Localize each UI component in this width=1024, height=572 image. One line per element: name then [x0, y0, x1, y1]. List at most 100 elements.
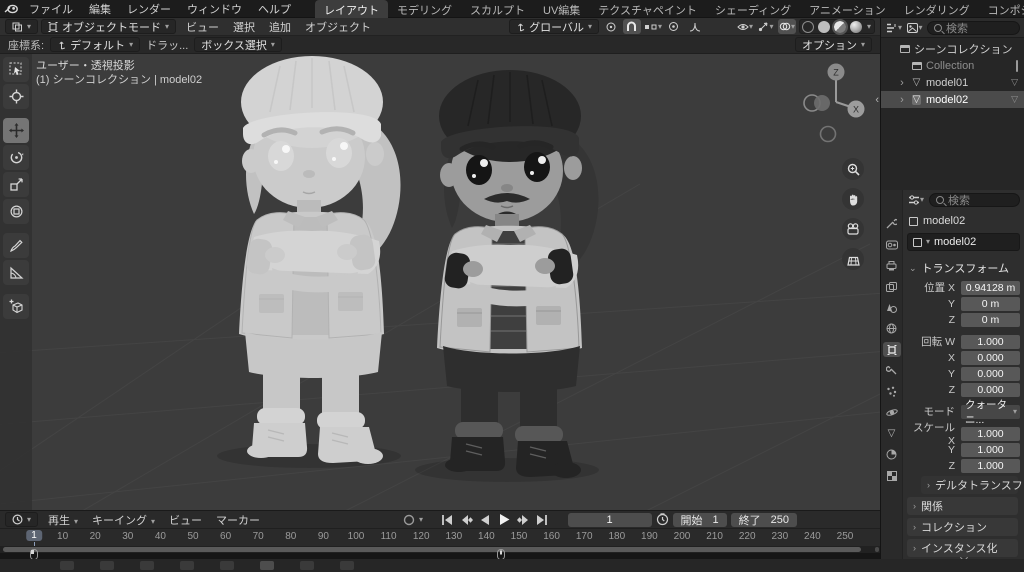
transform-tool[interactable] [3, 199, 29, 224]
editor-type-button[interactable]: ▾ [5, 19, 38, 34]
panel-section-header[interactable]: ›インスタンス化 [907, 539, 1018, 557]
material-shading-icon[interactable] [834, 21, 846, 33]
workspace-tab[interactable]: コンポジティング [979, 0, 1024, 18]
pivot-point-button[interactable] [602, 19, 620, 34]
texture-properties-tab[interactable] [883, 468, 901, 483]
workspace-tab[interactable]: レイアウト [315, 0, 388, 18]
render-properties-tab[interactable] [883, 237, 901, 252]
outliner-display-mode-button[interactable]: ▾ [885, 20, 903, 35]
workspace-tab[interactable]: アニメーション [800, 0, 895, 18]
properties-filter-button[interactable]: ▾ [907, 192, 925, 207]
material-properties-tab[interactable] [883, 447, 901, 462]
property-value-field[interactable]: 0.000 [961, 367, 1020, 381]
viewport-menu[interactable]: 追加 [262, 18, 298, 36]
frame-end-field[interactable]: 終了 250 [731, 513, 797, 527]
workspace-tab[interactable]: スカルプト [461, 0, 534, 18]
play-reverse-button[interactable] [476, 513, 494, 527]
outliner-row[interactable]: ›▽model01▽ [881, 74, 1024, 91]
viewlayer-properties-tab[interactable] [883, 279, 901, 294]
expand-arrow-icon[interactable]: › [897, 77, 907, 89]
expand-arrow-icon[interactable]: › [897, 94, 907, 106]
chevron-down-icon[interactable]: ▾ [419, 516, 423, 524]
timeline-scrollbar-thumb[interactable] [3, 547, 861, 552]
property-value-field[interactable]: 0 m [961, 297, 1020, 311]
funnel-icon[interactable]: ▽ [1011, 94, 1018, 105]
viewport-menu[interactable]: 選択 [226, 18, 262, 36]
character-model01[interactable] [217, 56, 401, 468]
prev-keyframe-button[interactable] [457, 513, 475, 527]
object-properties-tab[interactable] [883, 342, 901, 357]
world-properties-tab[interactable] [883, 321, 901, 336]
visibility-dropdown[interactable]: ▾ [736, 19, 754, 34]
timeline-menu[interactable]: ビュー [162, 511, 209, 529]
workspace-tab[interactable]: シェーディング [706, 0, 800, 18]
particle-properties-tab[interactable] [883, 384, 901, 399]
current-frame-indicator[interactable]: 1 [26, 530, 42, 541]
scene-properties-tab[interactable] [883, 300, 901, 315]
tool-tab[interactable] [883, 216, 901, 231]
timeline-menu[interactable]: マーカー [209, 511, 267, 529]
outliner-row[interactable]: Collection [881, 57, 1024, 74]
cursor-tool[interactable] [3, 84, 29, 109]
transform-orientation[interactable]: グローバル ▾ [509, 19, 599, 34]
snap-settings-button[interactable]: ▾ [644, 19, 662, 34]
object-data-properties-tab[interactable]: ▽ [883, 426, 901, 441]
property-value-field[interactable]: 1.000 [961, 459, 1020, 473]
mode-dropdown[interactable]: クォータニ...▾ [961, 405, 1020, 419]
timeline-menu[interactable]: 再生▾ [41, 511, 85, 529]
property-value-field[interactable]: 0.000 [961, 351, 1020, 365]
transform-section-header[interactable]: ⌄ トランスフォーム [905, 259, 1020, 277]
rotate-tool[interactable] [3, 145, 29, 170]
property-value-field[interactable]: 0 m [961, 313, 1020, 327]
solid-shading-icon[interactable] [818, 21, 830, 33]
object-name-field[interactable]: ▾ model02 [907, 233, 1020, 251]
proportional-editing-button[interactable] [665, 19, 683, 34]
frame-start-field[interactable]: 開始 1 [673, 513, 727, 527]
timeline-ruler[interactable]: 1102030405060708090100110120130140150160… [0, 528, 880, 546]
viewport-menu[interactable]: ビュー [179, 18, 226, 36]
play-button[interactable] [495, 513, 513, 527]
use-preview-range-icon[interactable] [656, 513, 669, 526]
camera-view-icon[interactable] [842, 218, 864, 240]
next-keyframe-button[interactable] [514, 513, 532, 527]
workspace-tab[interactable]: モデリング [388, 0, 461, 18]
workspace-tab[interactable]: テクスチャペイント [589, 0, 706, 18]
outliner-row[interactable]: ›▽model02▽ [881, 91, 1024, 108]
outliner-row[interactable]: シーンコレクション [881, 40, 1024, 57]
add-primitive-tool[interactable] [3, 294, 29, 319]
timeline-menu[interactable]: キーイング▾ [85, 511, 162, 529]
timeline-vscroll-nub[interactable] [875, 547, 879, 552]
select-box-tool[interactable] [3, 57, 29, 82]
rendered-shading-icon[interactable] [850, 21, 862, 33]
workspace-tab[interactable]: レンダリング [895, 0, 979, 18]
mode-selector[interactable]: オブジェクトモード ▾ [41, 19, 176, 34]
modifier-properties-tab[interactable] [883, 363, 901, 378]
property-value-field[interactable]: 0.000 [961, 383, 1020, 397]
output-properties-tab[interactable] [883, 258, 901, 273]
timeline-editor-type-button[interactable]: ▾ [5, 512, 38, 527]
property-value-field[interactable]: 1.000 [961, 427, 1020, 441]
exclude-checkbox-icon[interactable] [1016, 61, 1018, 71]
jump-to-start-button[interactable] [438, 513, 456, 527]
scale-tool[interactable] [3, 172, 29, 197]
breadcrumb-object-name[interactable]: model02 [923, 215, 965, 227]
current-frame-field[interactable]: 1 [568, 513, 652, 527]
property-value-field[interactable]: 0.94128 m [961, 281, 1020, 295]
options-dropdown[interactable]: オプション ▾ [795, 37, 872, 52]
orientation-default-dropdown[interactable]: デフォルト ▾ [50, 37, 140, 52]
topbar-menu[interactable]: レンダー [119, 0, 179, 18]
annotate-tool[interactable] [3, 233, 29, 258]
auto-keyframe-button[interactable] [400, 513, 418, 527]
outliner-search-input[interactable]: 検索 [927, 21, 1020, 35]
topbar-menu[interactable]: 編集 [81, 0, 119, 18]
topbar-menu[interactable]: ウィンドウ [179, 0, 250, 18]
panel-collapse-arrow[interactable]: ‹ [875, 94, 879, 106]
outliner-filter-button[interactable]: ▾ [906, 20, 924, 35]
navigation-gizmo[interactable]: Z X [802, 58, 866, 150]
gizmos-dropdown[interactable]: ▾ [757, 19, 775, 34]
measure-tool[interactable] [3, 260, 29, 285]
select-mode-dropdown[interactable]: ボックス選択 ▾ [194, 37, 282, 52]
timeline-scrollbar[interactable] [0, 546, 880, 553]
chevron-down-icon[interactable]: ▾ [867, 23, 871, 31]
jump-to-end-button[interactable] [533, 513, 551, 527]
